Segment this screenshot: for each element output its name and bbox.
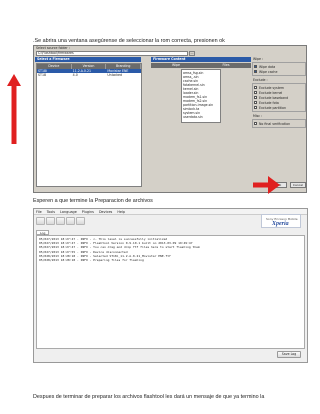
log-line: 05/028/2013 18:28:18 - INFO - Preparing … bbox=[39, 257, 144, 262]
caption-wait-preparation: Esperen a que termine la Preparacion de … bbox=[33, 198, 153, 204]
firmware-table: Device Version Branding ST18i 11.2.A.0.2… bbox=[36, 63, 142, 187]
column-files: Files bbox=[222, 63, 230, 67]
menu-file[interactable]: File bbox=[36, 209, 42, 214]
firmware-content-panel: Wipe Files amss_fsg.sin amss_.sin cache.… bbox=[151, 63, 251, 187]
lightning-icon[interactable] bbox=[46, 217, 55, 225]
wipe-group: Wipe data Wipe cache bbox=[252, 62, 306, 76]
option-label: Exclude partition bbox=[259, 105, 287, 110]
firmware-version: 4.0 bbox=[72, 73, 78, 77]
menu-help[interactable]: Help bbox=[117, 209, 125, 214]
checkbox-icon[interactable] bbox=[254, 106, 257, 109]
wipe-cache-option[interactable]: Wipe cache bbox=[254, 69, 304, 74]
option-label: Wipe cache bbox=[259, 69, 278, 74]
xperia-logo: Sony Ericsson Mobile Xperia bbox=[261, 214, 301, 228]
firmware-row[interactable]: ST18 4.0 Unlocked bbox=[37, 73, 141, 77]
caption-select-rom: .Se abrira una ventana asegúrense de sel… bbox=[33, 38, 225, 44]
misc-group: No final verification bbox=[252, 119, 306, 128]
bootloader-icon[interactable] bbox=[56, 217, 65, 225]
firmware-branding: Unlocked bbox=[107, 73, 123, 77]
menu-language[interactable]: Language bbox=[60, 209, 77, 214]
firmware-content-header: Wipe Files bbox=[151, 63, 251, 68]
option-label: Exclude fota bbox=[259, 100, 279, 105]
log-console[interactable]: 05/027/2013 18:27:47 - INFO - <- This le… bbox=[36, 235, 305, 349]
firmware-content-title: Firmware Content bbox=[151, 57, 251, 62]
caption-finished: Despues de terminar de preparar los arch… bbox=[33, 394, 265, 400]
menu-tools[interactable]: Tools bbox=[47, 209, 55, 214]
option-label: Exclude kernel bbox=[259, 90, 283, 95]
exclude-partition-option[interactable]: Exclude partition bbox=[254, 105, 304, 110]
root-icon[interactable] bbox=[66, 217, 75, 225]
checkbox-icon[interactable] bbox=[254, 96, 257, 99]
browse-button[interactable]: ... bbox=[189, 51, 195, 56]
firmware-device: ST18 bbox=[38, 73, 47, 77]
checkbox-icon[interactable] bbox=[254, 65, 257, 68]
file-item[interactable]: userdata.sin bbox=[183, 115, 219, 119]
source-folder-input[interactable]: C:\Flashtool\firmwares bbox=[36, 51, 188, 56]
checkbox-icon[interactable] bbox=[254, 86, 257, 89]
logo-title: Xperia bbox=[272, 221, 289, 227]
checkbox-icon[interactable] bbox=[254, 101, 257, 104]
menu-plugins[interactable]: Plugins bbox=[82, 209, 94, 214]
flash-options: Wipe : Wipe data Wipe cache Exclude : Ex… bbox=[252, 57, 306, 177]
flashtool-log-screenshot: File Tools Language Plugins Devices Help… bbox=[33, 208, 308, 363]
save-log-button[interactable]: Save Log bbox=[277, 351, 301, 358]
option-label: Exclude system bbox=[259, 85, 285, 90]
backup-icon[interactable] bbox=[76, 217, 85, 225]
option-label: Wipe data bbox=[259, 64, 276, 69]
cancel-button[interactable]: Cancel bbox=[290, 182, 306, 188]
menu-devices[interactable]: Devices bbox=[99, 209, 112, 214]
no-final-verification-option[interactable]: No final verification bbox=[254, 121, 304, 126]
exclude-group: Exclude system Exclude kernel Exclude ba… bbox=[252, 83, 306, 112]
checkbox-icon[interactable] bbox=[254, 122, 257, 125]
firmware-selector-screenshot: Select source folder : C:\Flashtool\firm… bbox=[33, 45, 307, 193]
option-label: No final verification bbox=[259, 121, 291, 126]
red-arrow-up-icon bbox=[7, 74, 21, 144]
firmware-file-list[interactable]: amss_fsg.sin amss_.sin cache.sin fotaker… bbox=[181, 69, 221, 123]
flash-icon[interactable] bbox=[36, 217, 45, 225]
checkbox-icon[interactable] bbox=[254, 70, 257, 73]
select-firmware-title: Select a Firmware bbox=[35, 57, 141, 62]
option-label: Exclude baseband bbox=[259, 95, 289, 100]
checkbox-icon[interactable] bbox=[254, 91, 257, 94]
column-wipe: Wipe bbox=[172, 63, 180, 67]
red-arrow-right-icon bbox=[253, 176, 280, 194]
